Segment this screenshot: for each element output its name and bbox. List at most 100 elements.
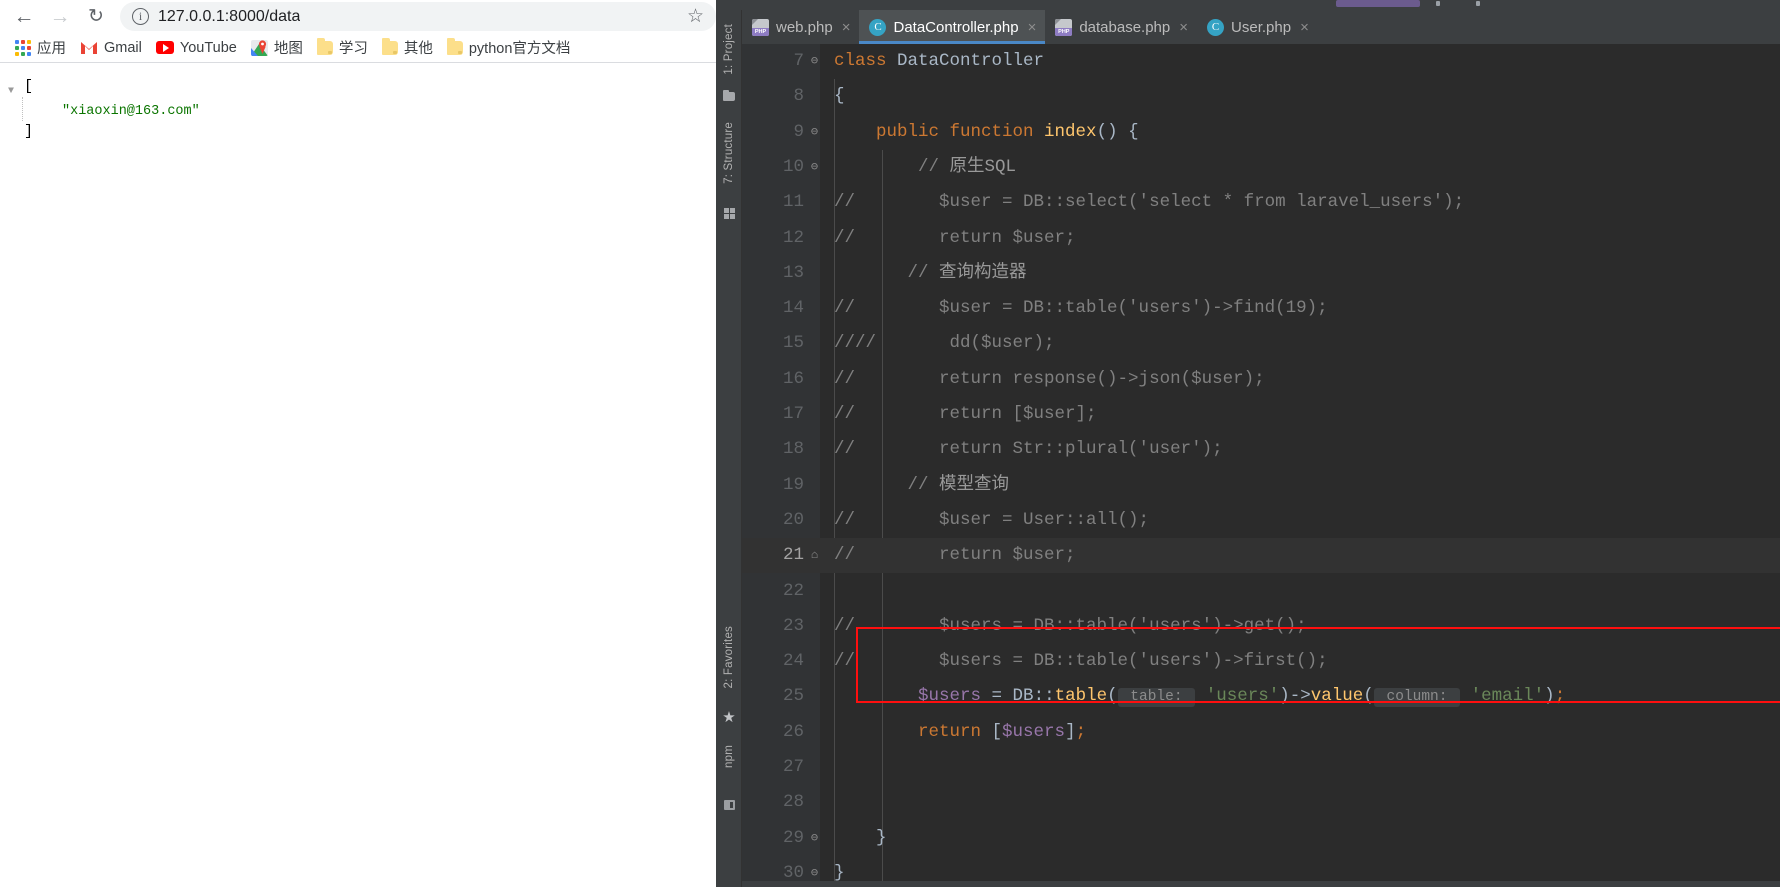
code-token: ;	[1554, 686, 1566, 707]
code-token: return response()->json($user);	[855, 368, 1265, 389]
editor-tab-bar: web.php × C DataController.php × databas…	[742, 10, 1780, 44]
tab-database-php[interactable]: database.php ×	[1045, 10, 1197, 44]
code-token: ]	[1065, 721, 1076, 742]
code-token: return	[918, 721, 992, 742]
bookmark-apps[interactable]: 应用	[8, 34, 73, 61]
line-number: 18	[782, 439, 804, 460]
sidebar-item-favorites[interactable]: 2: Favorites	[716, 626, 742, 688]
star-icon[interactable]: ★	[716, 710, 742, 725]
code-token: 'email'	[1470, 686, 1545, 707]
bookmark-star-icon[interactable]: ☆	[679, 5, 704, 28]
youtube-icon	[155, 41, 174, 54]
bookmark-youtube[interactable]: YouTube	[149, 37, 244, 59]
code-token: //	[834, 545, 856, 566]
code-line[interactable]: // $users = DB::table('users')->get();	[820, 609, 1780, 644]
project-structure-icon[interactable]	[716, 90, 742, 101]
code-line[interactable]: //// dd($user);	[820, 326, 1780, 361]
code-line[interactable]: // return Str::plural('user');	[820, 432, 1780, 467]
back-icon[interactable]: ←	[6, 2, 42, 32]
sidebar-item-npm[interactable]: npm	[716, 745, 742, 768]
code-line[interactable]: // return $user;	[820, 538, 1780, 573]
code-line[interactable]: // $user = DB::table('users')->find(19);	[820, 291, 1780, 326]
code-token: $user = DB::select('select * from larave…	[855, 192, 1465, 213]
close-icon[interactable]: ×	[1300, 19, 1309, 36]
code-line[interactable]: {	[820, 79, 1780, 114]
json-response-viewer: ▼ [ "xiaoxin@163.com" ]	[0, 63, 716, 887]
code-line[interactable]: // return [$user];	[820, 397, 1780, 432]
code-token: //	[834, 368, 856, 389]
code-token: 模型查询	[939, 474, 1010, 495]
site-info-icon[interactable]: i	[132, 8, 149, 25]
code-line[interactable]: // 查询构造器	[820, 256, 1780, 291]
bookmark-label: 其他	[403, 41, 433, 57]
tool-window-label: 7: Structure	[723, 122, 735, 184]
tab-label: User.php	[1231, 18, 1292, 36]
npm-icon[interactable]	[716, 800, 742, 810]
code-token: class	[834, 51, 898, 71]
code-token: //	[834, 404, 856, 424]
line-number: 22	[782, 580, 804, 601]
parameter-hint: column:	[1373, 688, 1461, 708]
address-bar-url[interactable]: 127.0.0.1:8000/data	[158, 8, 300, 26]
reload-icon[interactable]: ↻	[78, 2, 114, 32]
line-number: 11	[782, 192, 804, 213]
code-line[interactable]: class DataController	[820, 44, 1780, 79]
code-line[interactable]: // return response()->json($user);	[820, 362, 1780, 397]
line-number: 23	[782, 615, 804, 636]
line-number: 10	[782, 156, 804, 177]
tab-web-php[interactable]: web.php ×	[742, 10, 859, 44]
sidebar-item-structure[interactable]: 7: Structure	[716, 122, 742, 184]
code-token: table	[1054, 686, 1108, 707]
forward-icon[interactable]: →	[42, 2, 78, 32]
bookmark-folder-python-docs[interactable]: python官方文档	[440, 34, 578, 61]
bookmark-label: 学习	[338, 41, 368, 57]
code-token: 原生SQL	[949, 156, 1017, 177]
code-line[interactable]: }	[820, 821, 1780, 856]
grid-squares-icon[interactable]	[716, 208, 742, 219]
ide-status-bar	[742, 881, 1780, 887]
bookmark-maps[interactable]: 地图	[244, 34, 310, 61]
code-line[interactable]: // return $user;	[820, 221, 1780, 256]
code-line[interactable]: public function index() {	[820, 115, 1780, 150]
close-icon[interactable]: ×	[1028, 19, 1037, 36]
line-number: 16	[782, 368, 804, 389]
code-line[interactable]	[820, 750, 1780, 785]
code-editor[interactable]: 7 ⊖ class DataController 8{9 ⊖ public functi…	[742, 44, 1780, 887]
google-maps-icon	[250, 39, 268, 56]
bookmark-folder-study[interactable]: 学习	[310, 34, 375, 61]
address-bar[interactable]: i 127.0.0.1:8000/data ☆	[120, 2, 716, 31]
folder-icon	[316, 37, 333, 55]
code-token: 查询构造器	[939, 262, 1027, 283]
parameter-hint: table:	[1117, 688, 1196, 708]
bookmark-gmail[interactable]: Gmail	[73, 37, 149, 59]
code-line[interactable]: $users = DB::table( table: 'users')->val…	[820, 679, 1780, 714]
code-line[interactable]: // 模型查询	[820, 468, 1780, 503]
code-token: (	[1363, 686, 1374, 707]
bookmark-folder-other[interactable]: 其他	[375, 34, 440, 61]
sidebar-item-project[interactable]: 1: Project	[716, 24, 742, 75]
tab-datacontroller-php[interactable]: C DataController.php ×	[859, 10, 1046, 44]
line-number: 27	[782, 757, 804, 777]
code-line[interactable]	[820, 574, 1780, 609]
tool-window-label: 2: Favorites	[723, 626, 735, 689]
code-line[interactable]: return [$users];	[820, 715, 1780, 750]
tab-user-php[interactable]: C User.php ×	[1197, 10, 1318, 44]
code-token: $user = DB::table('users')->find(19);	[855, 298, 1328, 319]
json-spacer	[8, 122, 24, 127]
line-number: 17	[782, 404, 804, 424]
code-token: //	[834, 227, 856, 248]
code-line[interactable]: // $users = DB::table('users')->first();	[820, 644, 1780, 679]
code-line[interactable]	[820, 785, 1780, 820]
code-token: //	[834, 615, 856, 636]
code-line[interactable]: // $user = DB::select('select * from lar…	[820, 185, 1780, 220]
code-line[interactable]: // $user = User::all();	[820, 503, 1780, 538]
gmail-icon	[80, 41, 98, 55]
close-icon[interactable]: ×	[1179, 19, 1188, 36]
code-line[interactable]: // 原生SQL	[820, 150, 1780, 185]
code-token: index	[1044, 121, 1097, 142]
close-icon[interactable]: ×	[842, 19, 851, 36]
bookmarks-bar: 应用 Gmail YouTube 地图 学习 其他 python官方文档	[0, 33, 716, 63]
ide-top-strip	[716, 0, 1780, 10]
